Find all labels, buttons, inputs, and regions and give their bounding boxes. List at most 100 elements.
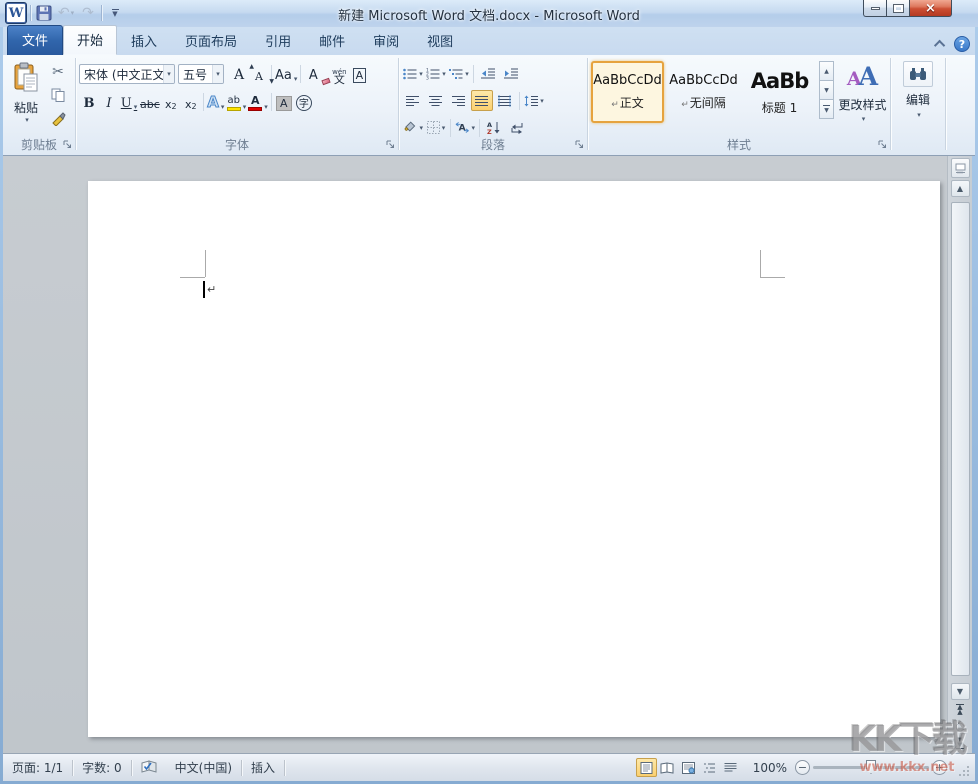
style-gallery-more-button[interactable]: ▼ xyxy=(819,99,834,119)
style-scroll-down-button[interactable]: ▼ xyxy=(819,80,834,100)
font-name-combo[interactable]: 宋体 (中文正文 ▾ xyxy=(79,64,175,84)
scroll-down-button[interactable]: ▼ xyxy=(951,683,970,700)
customize-qat-button[interactable]: ▼ xyxy=(106,4,124,22)
style-no-spacing[interactable]: AaBbCcDd ↵无间隔 xyxy=(667,61,740,123)
tab-page-layout[interactable]: 页面布局 xyxy=(171,27,251,55)
undo-button[interactable]: ↶ ▾ xyxy=(57,4,75,22)
close-button[interactable]: × xyxy=(909,0,952,17)
document-page[interactable]: ↵ xyxy=(88,181,940,737)
insert-mode-indicator[interactable]: 插入 xyxy=(242,759,284,776)
scroll-up-button[interactable]: ▲ xyxy=(951,180,970,197)
bullets-button[interactable]: ▾ xyxy=(402,63,424,84)
proofing-status-button[interactable] xyxy=(132,760,166,776)
tab-insert[interactable]: 插入 xyxy=(117,27,171,55)
align-left-button[interactable] xyxy=(402,90,424,111)
previous-page-button[interactable]: ▲▲ xyxy=(951,701,970,717)
decrease-indent-button[interactable] xyxy=(477,63,499,84)
shading-button[interactable]: ▾ xyxy=(402,117,424,138)
subscript-button[interactable]: x2 xyxy=(161,92,181,113)
clipboard-dialog-launcher[interactable] xyxy=(62,138,72,152)
tab-home[interactable]: 开始 xyxy=(63,25,117,55)
web-layout-view-button[interactable] xyxy=(678,758,699,777)
multilevel-list-button[interactable]: ▾ xyxy=(448,63,470,84)
chevron-down-icon[interactable]: ▾ xyxy=(163,65,174,83)
justify-button[interactable] xyxy=(471,90,493,111)
phonetic-guide-button[interactable]: wén 文 xyxy=(329,64,349,85)
font-size-combo[interactable]: 五号 ▾ xyxy=(178,64,224,84)
ruler-toggle-button[interactable] xyxy=(951,158,970,178)
paragraph-dialog-launcher[interactable] xyxy=(574,138,584,152)
zoom-slider-track[interactable] xyxy=(813,766,929,769)
align-center-button[interactable] xyxy=(425,90,447,111)
cut-button[interactable]: ✂ xyxy=(48,62,68,82)
editing-menu-button[interactable] xyxy=(903,61,933,87)
clear-formatting-button[interactable]: A xyxy=(303,64,323,85)
grow-font-button[interactable]: A▲ xyxy=(229,64,249,85)
character-border-button[interactable]: A xyxy=(349,64,369,85)
scrollbar-thumb[interactable] xyxy=(951,202,970,676)
print-layout-view-button[interactable] xyxy=(636,758,657,777)
show-hide-marks-button[interactable] xyxy=(506,117,528,138)
resize-grip[interactable] xyxy=(957,761,971,781)
save-button[interactable] xyxy=(35,4,53,22)
redo-button[interactable]: ↷ xyxy=(79,4,97,22)
maximize-button[interactable] xyxy=(886,0,909,17)
chevron-down-icon[interactable]: ▾ xyxy=(212,65,223,83)
strikethrough-button[interactable]: abc xyxy=(139,92,161,113)
style-normal[interactable]: AaBbCcDd ↵正文 xyxy=(591,61,664,123)
draft-view-button[interactable] xyxy=(720,758,741,777)
highlight-button[interactable]: ab ▾ xyxy=(226,92,248,113)
asian-layout-button[interactable]: A ▾ xyxy=(454,117,476,138)
zoom-level[interactable]: 100% xyxy=(753,761,787,775)
tab-view[interactable]: 视图 xyxy=(413,27,467,55)
style-scroll-up-button[interactable]: ▲ xyxy=(819,61,834,81)
superscript-button[interactable]: x2 xyxy=(181,92,201,113)
character-shading-button[interactable]: A xyxy=(274,92,294,113)
format-painter-button[interactable] xyxy=(48,108,68,128)
help-button[interactable]: ? xyxy=(954,36,970,52)
tab-review[interactable]: 审阅 xyxy=(359,27,413,55)
paste-dropdown-arrow[interactable]: ▾ xyxy=(25,116,29,124)
sort-button[interactable]: A Z xyxy=(483,117,505,138)
styles-dialog-launcher[interactable] xyxy=(877,138,887,152)
paste-button[interactable]: 粘贴 ▾ xyxy=(6,60,46,137)
font-dialog-launcher[interactable] xyxy=(385,138,395,152)
vertical-scrollbar[interactable]: ▲ ▼ ▲▲ ○ ▼▼ xyxy=(947,156,972,753)
italic-button[interactable]: I xyxy=(99,92,119,113)
next-page-button[interactable]: ▼▼ xyxy=(951,735,970,751)
tab-file[interactable]: 文件 xyxy=(7,25,63,55)
align-right-button[interactable] xyxy=(448,90,470,111)
zoom-out-button[interactable]: − xyxy=(795,760,810,775)
svg-text:3: 3 xyxy=(426,75,429,79)
font-color-button[interactable]: A ▾ xyxy=(247,92,269,113)
increase-indent-button[interactable] xyxy=(500,63,522,84)
zoom-slider-thumb[interactable] xyxy=(866,760,876,774)
word-logo-icon[interactable]: W xyxy=(6,3,26,23)
line-spacing-button[interactable]: ▾ xyxy=(523,90,545,111)
change-case-button[interactable]: Aa▾ xyxy=(274,64,298,85)
language-indicator[interactable]: 中文(中国) xyxy=(166,759,241,776)
text-effects-button[interactable]: A▾ xyxy=(206,92,226,113)
word-window: W ↶ ▾ ↷ ▼ xyxy=(0,0,978,784)
zoom-in-button[interactable]: + xyxy=(932,760,947,775)
copy-button[interactable] xyxy=(48,85,68,105)
font-size-value: 五号 xyxy=(183,66,212,83)
borders-button[interactable]: ▾ xyxy=(425,117,447,138)
underline-button[interactable]: U▾ xyxy=(119,92,139,113)
select-browse-object-button[interactable]: ○ xyxy=(951,718,970,734)
undo-dropdown-arrow[interactable]: ▾ xyxy=(71,9,75,17)
numbering-button[interactable]: 123 ▾ xyxy=(425,63,447,84)
tab-mailings[interactable]: 邮件 xyxy=(305,27,359,55)
change-styles-button[interactable]: AA 更改样式 ▾ xyxy=(838,60,887,137)
distributed-button[interactable] xyxy=(494,90,516,111)
bold-button[interactable]: B xyxy=(79,92,99,113)
shrink-font-button[interactable]: A▼ xyxy=(249,64,269,85)
page-indicator[interactable]: 页面: 1/1 xyxy=(3,759,72,776)
tab-references[interactable]: 引用 xyxy=(251,27,305,55)
outline-view-button[interactable] xyxy=(699,758,720,777)
enclose-characters-button[interactable]: 字 xyxy=(294,92,314,113)
minimize-button[interactable] xyxy=(863,0,886,17)
style-heading-1[interactable]: AaBb 标题 1 xyxy=(743,61,816,123)
full-screen-reading-view-button[interactable] xyxy=(657,758,678,777)
word-count[interactable]: 字数: 0 xyxy=(73,759,131,776)
